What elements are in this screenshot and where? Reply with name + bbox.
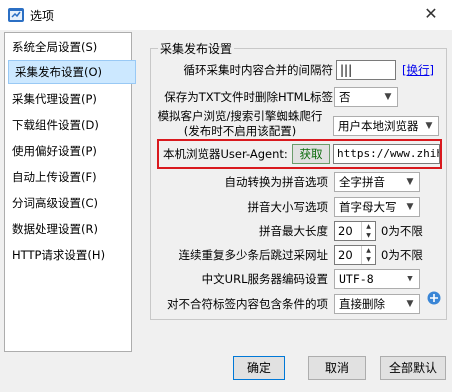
- tag-handling-value: 直接删除: [339, 297, 385, 311]
- tag-handling-label: 对不合符标签内容包含条件的项: [167, 297, 328, 311]
- user-agent-input[interactable]: https://www.zhihu: [333, 144, 440, 164]
- loop-separator-label: 循环采集时内容合并的间隔符: [183, 63, 334, 77]
- ok-button[interactable]: 确定: [233, 356, 285, 380]
- window-title: 选项: [30, 9, 55, 23]
- chevron-down-icon: ▼: [407, 274, 413, 284]
- user-agent-label: 本机浏览器User-Agent:: [163, 147, 288, 161]
- remove-html-label: 保存为TXT文件时删除HTML标签: [164, 90, 333, 104]
- pinyin-max-hint: 0为不限: [381, 224, 423, 238]
- url-encoding-label: 中文URL服务器编码设置: [201, 272, 328, 286]
- remove-html-select[interactable]: 否 ▼: [334, 87, 398, 107]
- chevron-down-icon: ▼: [384, 92, 392, 102]
- simulate-browser-label: 模拟客户浏览/搜索引擎蜘蛛爬行: [157, 109, 323, 123]
- chevron-down-icon: ▼: [406, 202, 414, 212]
- sidebar-nav: 系统全局设置(S) 采集发布设置(O) 采集代理设置(P) 下载组件设置(D) …: [4, 32, 136, 352]
- sidebar-item-segmentation[interactable]: 分词高级设置(C): [6, 192, 136, 214]
- pinyin-value: 全字拼音: [339, 175, 385, 189]
- sidebar-item-system[interactable]: 系统全局设置(S): [6, 36, 136, 58]
- restore-defaults-button[interactable]: 全部默认: [380, 356, 446, 380]
- sidebar-item-preferences[interactable]: 使用偏好设置(P): [6, 140, 136, 162]
- url-encoding-value: UTF-8: [339, 272, 374, 286]
- pinyin-max-value: 20: [338, 224, 353, 238]
- chevron-down-icon: ▼: [406, 177, 414, 187]
- skip-count-spinner[interactable]: 20 ▲ ▼: [334, 245, 376, 265]
- sidebar-item-download[interactable]: 下载组件设置(D): [6, 114, 136, 136]
- sidebar-item-collect-publish[interactable]: 采集发布设置(O): [8, 60, 136, 84]
- sidebar-item-http[interactable]: HTTP请求设置(H): [6, 244, 136, 266]
- cancel-button[interactable]: 取消: [308, 356, 366, 380]
- chevron-down-icon: ▼: [406, 299, 414, 309]
- chevron-down-icon: ▼: [425, 121, 433, 131]
- group-title: 采集发布设置: [158, 40, 235, 57]
- skip-count-label: 连续重复多少条后跳过采网址: [178, 248, 329, 262]
- pinyin-max-label: 拼音最大长度: [259, 224, 328, 238]
- pinyin-label: 自动转换为拼音选项: [224, 175, 329, 189]
- app-icon: [7, 6, 25, 24]
- simulate-browser-note: (发布时不启用该配置): [183, 124, 297, 138]
- url-encoding-select[interactable]: UTF-8 ▼: [334, 269, 420, 289]
- title-bar: [0, 0, 452, 30]
- simulate-browser-select[interactable]: 用户本地浏览器 ▼: [333, 116, 439, 136]
- sidebar-item-auto-upload[interactable]: 自动上传设置(F): [6, 166, 136, 188]
- pinyin-max-spinner[interactable]: 20 ▲ ▼: [334, 221, 376, 241]
- pinyin-case-select[interactable]: 首字母大写 ▼: [334, 197, 420, 217]
- pinyin-select[interactable]: 全字拼音 ▼: [334, 172, 420, 192]
- skip-count-hint: 0为不限: [381, 248, 423, 262]
- close-icon[interactable]: ✕: [420, 3, 442, 25]
- spinner-arrows-icon[interactable]: ▲ ▼: [361, 246, 375, 264]
- pinyin-case-value: 首字母大写: [339, 200, 397, 214]
- skip-count-value: 20: [338, 248, 353, 262]
- new-badge-icon[interactable]: [427, 291, 441, 305]
- loop-separator-input[interactable]: |||: [336, 60, 396, 80]
- sidebar-item-proxy[interactable]: 采集代理设置(P): [6, 88, 136, 110]
- pinyin-case-label: 拼音大小写选项: [247, 200, 329, 214]
- tag-handling-select[interactable]: 直接删除 ▼: [334, 294, 420, 314]
- newline-link[interactable]: [换行]: [402, 62, 434, 78]
- spinner-arrows-icon[interactable]: ▲ ▼: [361, 222, 375, 240]
- simulate-browser-value: 用户本地浏览器: [338, 119, 419, 133]
- remove-html-value: 否: [339, 90, 351, 104]
- get-user-agent-button[interactable]: 获取: [292, 144, 330, 164]
- sidebar-item-data-processing[interactable]: 数据处理设置(R): [6, 218, 136, 240]
